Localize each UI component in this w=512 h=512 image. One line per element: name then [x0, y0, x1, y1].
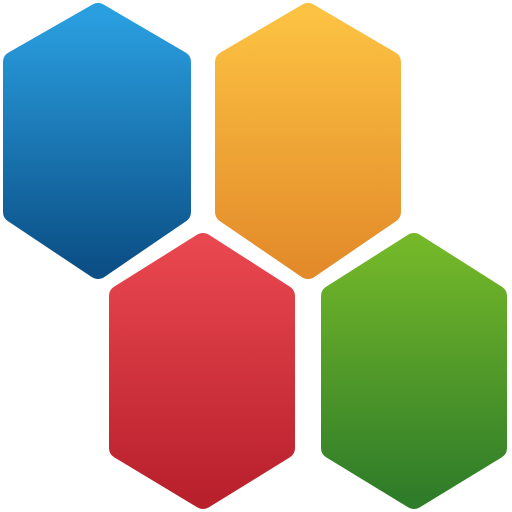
- hexagon-logo: [3, 3, 507, 509]
- green-hexagon: [321, 233, 507, 509]
- orange-hexagon: [215, 3, 401, 279]
- red-hexagon: [109, 233, 295, 509]
- logo-canvas: [0, 0, 512, 512]
- blue-hexagon: [3, 3, 191, 279]
